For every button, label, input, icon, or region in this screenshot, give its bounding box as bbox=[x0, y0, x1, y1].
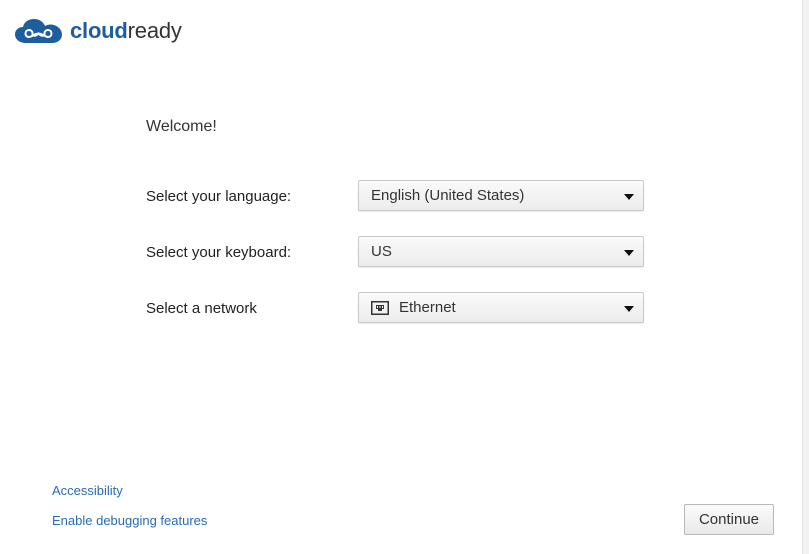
cloudready-logo: cloudready bbox=[14, 18, 182, 44]
cloud-infinity-icon bbox=[14, 18, 64, 44]
keyboard-label: Select your keyboard: bbox=[146, 244, 292, 261]
network-label: Select a network bbox=[146, 300, 257, 317]
ethernet-icon bbox=[371, 301, 389, 315]
language-select[interactable]: English (United States) bbox=[358, 180, 644, 211]
keyboard-select[interactable]: US bbox=[358, 236, 644, 267]
keyboard-select-value: US bbox=[371, 243, 392, 260]
logo-text-ready: ready bbox=[127, 18, 182, 43]
logo-wordmark: cloudready bbox=[70, 18, 182, 44]
welcome-heading: Welcome! bbox=[146, 118, 217, 135]
chevron-down-icon bbox=[624, 306, 634, 312]
scrollbar-track bbox=[802, 0, 809, 554]
chevron-down-icon bbox=[624, 194, 634, 200]
keyboard-row: Select your keyboard: US bbox=[146, 236, 646, 269]
continue-button[interactable]: Continue bbox=[684, 504, 774, 535]
language-label: Select your language: bbox=[146, 188, 292, 205]
welcome-screen: cloudready Welcome! Select your language… bbox=[0, 0, 809, 554]
network-select-value: Ethernet bbox=[399, 299, 456, 316]
language-row: Select your language: English (United St… bbox=[146, 180, 646, 213]
language-select-value: English (United States) bbox=[371, 187, 525, 204]
chevron-down-icon bbox=[624, 250, 634, 256]
network-row: Select a network Ethernet bbox=[146, 292, 646, 325]
enable-debugging-link[interactable]: Enable debugging features bbox=[52, 513, 207, 528]
accessibility-link[interactable]: Accessibility bbox=[52, 483, 123, 498]
logo-text-cloud: cloud bbox=[70, 18, 128, 43]
network-select[interactable]: Ethernet bbox=[358, 292, 644, 323]
